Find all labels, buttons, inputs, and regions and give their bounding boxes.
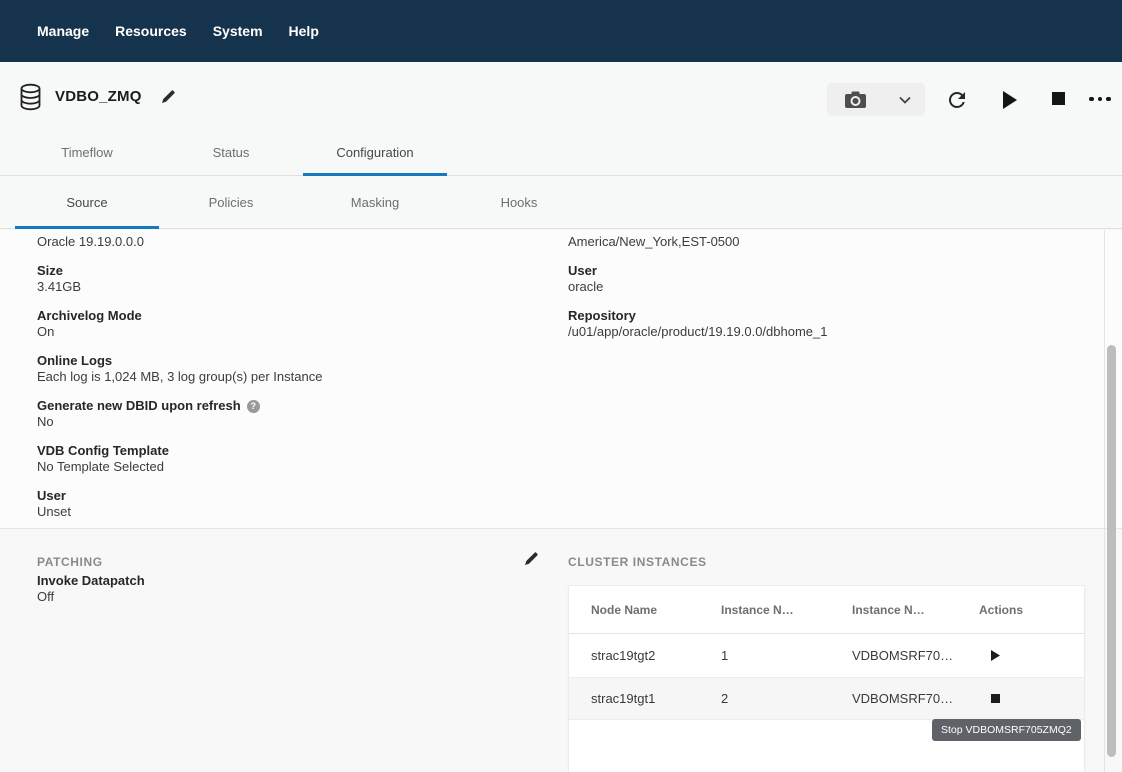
tab-source[interactable]: Source [15, 177, 159, 228]
ellipsis-icon [1089, 97, 1094, 102]
nav-resources[interactable]: Resources [115, 23, 187, 39]
primary-tabs: Timeflow Status Configuration [0, 130, 1122, 176]
top-navbar: Manage Resources System Help [0, 0, 1122, 62]
title-bar: VDBO_ZMQ [0, 62, 1122, 130]
db-version-value: Oracle 19.19.0.0.0 [37, 234, 527, 250]
patching-section-title: PATCHING [37, 555, 103, 569]
start-button[interactable] [999, 90, 1019, 110]
column-instance-number: Instance N… [721, 603, 852, 617]
table-row: strac19tgt1 2 VDBOMSRF70… [569, 678, 1084, 720]
table-header-row: Node Name Instance N… Instance N… Action… [569, 586, 1084, 634]
edit-title-icon[interactable] [161, 89, 176, 104]
cell-instance-name: VDBOMSRF70… [852, 691, 979, 706]
field-value: Each log is 1,024 MB, 3 log group(s) per… [37, 369, 527, 385]
nav-manage[interactable]: Manage [37, 23, 89, 39]
chevron-down-icon[interactable] [899, 96, 911, 104]
field-repository: Repository /u01/app/oracle/product/19.19… [568, 308, 1088, 340]
field-label: Online Logs [37, 353, 527, 369]
cluster-instances-section-title: CLUSTER INSTANCES [568, 555, 707, 569]
tab-configuration[interactable]: Configuration [303, 130, 447, 175]
secondary-tabs: Source Policies Masking Hooks [0, 177, 1122, 229]
field-online-logs: Online Logs Each log is 1,024 MB, 3 log … [37, 353, 527, 385]
field-value: No Template Selected [37, 459, 527, 475]
cell-actions [979, 694, 1084, 703]
field-label: VDB Config Template [37, 443, 527, 459]
field-label: User [568, 263, 1088, 279]
field-value: 3.41GB [37, 279, 527, 295]
field-value: Off [37, 589, 145, 605]
scrollbar-track-border [1104, 230, 1105, 772]
camera-icon [845, 91, 866, 108]
field-value: oracle [568, 279, 1088, 295]
tab-timeflow[interactable]: Timeflow [15, 130, 159, 175]
column-node-name: Node Name [591, 603, 721, 617]
timezone-value: America/New_York,EST-0500 [568, 234, 1088, 250]
edit-patching-icon[interactable] [524, 551, 539, 566]
tab-masking[interactable]: Masking [303, 177, 447, 228]
field-value: /u01/app/oracle/product/19.19.0.0/dbhome… [568, 324, 1088, 340]
cluster-instances-table: Node Name Instance N… Instance N… Action… [568, 585, 1085, 772]
cell-instance-name: VDBOMSRF70… [852, 648, 979, 663]
field-label: Generate new DBID upon refresh ? [37, 398, 527, 414]
field-invoke-datapatch: Invoke Datapatch Off [37, 573, 145, 605]
tab-hooks[interactable]: Hooks [447, 177, 591, 228]
page-title: VDBO_ZMQ [55, 88, 142, 105]
start-instance-button[interactable] [991, 650, 1000, 661]
field-label: Archivelog Mode [37, 308, 527, 324]
source-details-left-column: Oracle 19.19.0.0.0 Size 3.41GB Archivelo… [37, 234, 527, 520]
field-label: User [37, 488, 527, 504]
stop-instance-tooltip: Stop VDBOMSRF705ZMQ2 [932, 719, 1081, 741]
field-label: Repository [568, 308, 1088, 324]
field-value: Unset [37, 504, 527, 520]
tab-policies[interactable]: Policies [159, 177, 303, 228]
cell-actions [979, 650, 1084, 661]
column-instance-name: Instance N… [852, 603, 979, 617]
tab-status[interactable]: Status [159, 130, 303, 175]
field-label: Size [37, 263, 527, 279]
column-actions: Actions [979, 603, 1084, 617]
cell-node-name: strac19tgt2 [591, 648, 721, 663]
database-icon [18, 83, 43, 112]
field-label: Invoke Datapatch [37, 573, 145, 589]
field-size: Size 3.41GB [37, 263, 527, 295]
source-details-right-column: America/New_York,EST-0500 User oracle Re… [568, 234, 1088, 340]
field-label-text: Generate new DBID upon refresh [37, 398, 241, 414]
cell-instance-number: 1 [721, 648, 852, 663]
refresh-button[interactable] [944, 87, 970, 113]
stop-icon [991, 694, 1000, 703]
field-vdb-config-template: VDB Config Template No Template Selected [37, 443, 527, 475]
snapshot-button[interactable] [827, 83, 925, 116]
scrollbar-thumb[interactable] [1107, 345, 1116, 757]
table-row: strac19tgt2 1 VDBOMSRF70… [569, 634, 1084, 678]
source-configuration-panel: Oracle 19.19.0.0.0 Size 3.41GB Archivelo… [0, 230, 1122, 772]
field-value: On [37, 324, 527, 340]
help-icon[interactable]: ? [247, 400, 260, 413]
nav-system[interactable]: System [213, 23, 263, 39]
field-archivelog-mode: Archivelog Mode On [37, 308, 527, 340]
nav-help[interactable]: Help [289, 23, 319, 39]
field-value: No [37, 414, 527, 430]
more-actions-button[interactable] [1086, 94, 1114, 104]
stop-instance-button[interactable] [991, 694, 1000, 703]
stop-icon [1052, 92, 1065, 105]
stop-button[interactable] [1051, 91, 1065, 105]
cell-node-name: strac19tgt1 [591, 691, 721, 706]
field-generate-new-dbid: Generate new DBID upon refresh ? No [37, 398, 527, 430]
field-user-left: User Unset [37, 488, 527, 520]
cell-instance-number: 2 [721, 691, 852, 706]
field-user-right: User oracle [568, 263, 1088, 295]
